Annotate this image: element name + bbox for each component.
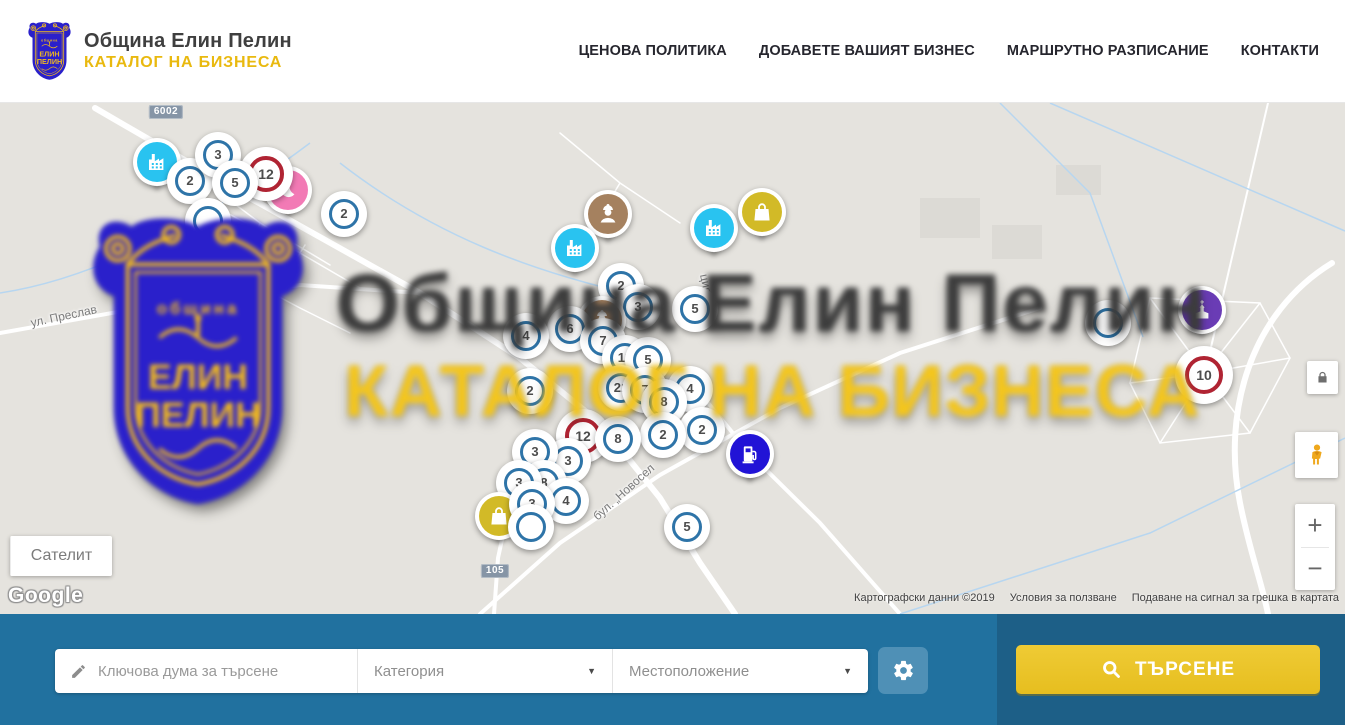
pegman-streetview-button[interactable] [1295,432,1338,478]
nav-pricing-policy[interactable]: ЦЕНОВА ПОЛИТИКА [579,43,727,59]
map-type-satellite-button[interactable]: Сателит [10,536,112,576]
nav-contacts[interactable]: КОНТАКТИ [1241,43,1319,59]
pegman-icon [1305,443,1329,467]
lock-button[interactable] [1307,361,1338,394]
attribution-copyright: Картографски данни ©2019 [854,592,995,604]
municipality-shield-icon: община ЕЛИН ПЕЛИН [26,21,73,81]
nav-add-your-business[interactable]: ДОБАВЕТЕ ВАШИЯТ БИЗНЕС [759,43,975,59]
cluster-marker[interactable]: 5 [664,504,710,550]
search-icon [1101,659,1122,680]
location-dropdown-value: Местоположение [629,663,749,680]
search-button-label: ТЪРСЕНЕ [1135,659,1235,681]
cluster-marker[interactable]: 4 [503,313,549,359]
site-title: Община Елин Пелин КАТАЛОГ НА БИЗНЕСА [84,30,292,72]
search-submit-button[interactable]: ТЪРСЕНЕ [1016,645,1320,694]
map-type-control: Карта Сателит [10,536,112,576]
google-logo[interactable]: Google [8,584,83,608]
category-dropdown[interactable]: Категория ▼ [357,649,612,693]
svg-text:ПЕЛИН: ПЕЛИН [37,57,62,66]
zoom-in-button[interactable]: + [1295,504,1335,547]
nav-route-schedule[interactable]: МАРШРУТНО РАЗПИСАНИЕ [1007,43,1209,59]
advanced-settings-button[interactable] [878,647,928,694]
cluster-marker[interactable]: 2 [640,412,686,458]
site-logo[interactable]: община ЕЛИН ПЕЛИН Община Елин Пелин КАТА… [26,21,292,81]
cluster-marker[interactable]: 10 [1175,346,1233,404]
cluster-marker[interactable] [508,504,554,550]
chevron-down-icon: ▼ [843,666,852,676]
cluster-marker[interactable]: 5 [212,160,258,206]
category-dropdown-value: Категория [374,663,444,680]
map-pin-factory[interactable] [690,204,738,252]
attribution-report-error-link[interactable]: Подаване на сигнал за грешка в картата [1132,592,1339,604]
chevron-down-icon: ▼ [587,666,596,676]
zoom-out-button[interactable]: − [1295,548,1335,591]
map-pin-factory[interactable] [551,224,599,272]
page: община ЕЛИН ПЕЛИН Община Елин Пелин КАТА… [0,0,1345,725]
map-attribution: Картографски данни ©2019 Условия за полз… [854,592,1339,604]
keyword-field [55,649,357,693]
cluster-marker[interactable]: 5 [672,286,718,332]
gear-icon [892,659,915,682]
pencil-icon [70,663,87,680]
keyword-search-input[interactable] [98,663,357,680]
map-pin-church[interactable] [1178,286,1226,334]
cluster-marker[interactable]: 2 [507,368,553,414]
cluster-marker[interactable]: 2 [321,191,367,237]
map-pin-fuel[interactable] [726,430,774,478]
search-bar: Категория ▼ Местоположение ▼ ТЪРСЕНЕ [0,614,1345,725]
location-dropdown[interactable]: Местоположение ▼ [612,649,868,693]
site-title-line1: Община Елин Пелин [84,30,292,53]
cluster-marker[interactable]: 8 [595,416,641,462]
markers-layer: 23125223564713522174822128338343510 [0,103,1345,614]
site-title-line2: КАТАЛОГ НА БИЗНЕСА [84,54,292,72]
attribution-terms-link[interactable]: Условия за ползване [1010,592,1117,604]
cluster-marker[interactable] [1085,300,1131,346]
map-canvas[interactable]: 6002 105 ул. Преслав бул. „Новосел ция 2… [0,103,1345,614]
cluster-marker[interactable] [185,198,231,244]
header: община ЕЛИН ПЕЛИН Община Елин Пелин КАТА… [0,0,1345,103]
map-pin-bag[interactable] [738,188,786,236]
lock-icon [1315,370,1330,385]
zoom-control: + − [1295,504,1335,590]
search-fields: Категория ▼ Местоположение ▼ [55,649,868,693]
cluster-marker[interactable]: 2 [679,407,725,453]
main-nav: ЦЕНОВА ПОЛИТИКА ДОБАВЕТЕ ВАШИЯТ БИЗНЕС М… [579,43,1319,59]
